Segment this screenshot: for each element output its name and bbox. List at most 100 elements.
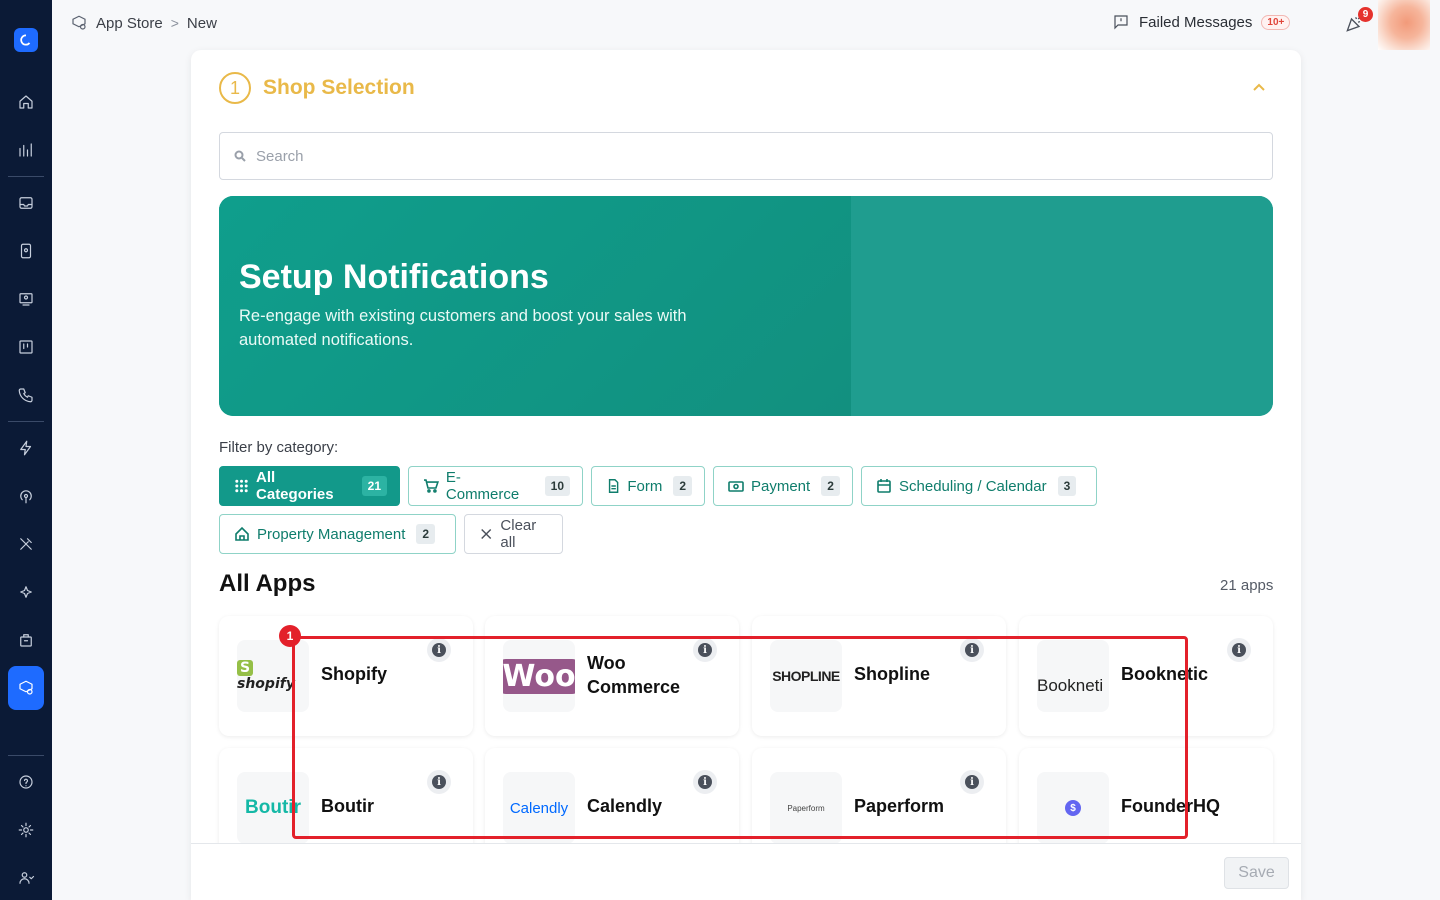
footer: Save (191, 843, 1301, 900)
info-icon[interactable]: i (960, 770, 984, 794)
chip-payment[interactable]: Payment 2 (713, 466, 853, 506)
money-icon (728, 481, 744, 492)
chip-count: 10 (544, 476, 570, 496)
chip-count: 2 (673, 476, 692, 496)
breadcrumb-separator: > (170, 15, 179, 31)
info-icon[interactable]: i (427, 770, 451, 794)
phone-icon[interactable] (8, 377, 44, 413)
notifications-count: 9 (1358, 7, 1373, 22)
chip-label: Scheduling / Calendar (899, 477, 1047, 495)
app-store-icon[interactable] (8, 666, 44, 710)
app-name: Calendly (587, 796, 663, 816)
automation-icon[interactable] (8, 430, 44, 466)
grid-icon (235, 479, 248, 493)
woocommerce-logo-text: Woo (503, 658, 575, 694)
info-icon[interactable]: i (960, 638, 984, 662)
collapse-button[interactable] (1251, 80, 1267, 96)
team-icon[interactable] (8, 860, 44, 896)
chip-scheduling[interactable]: Scheduling / Calendar 3 (861, 466, 1097, 506)
step-title: Shop Selection (263, 76, 415, 99)
chip-property-management[interactable]: Property Management 2 (219, 514, 456, 554)
paperform-logo-text: Paperform (787, 803, 825, 813)
chip-e-commerce[interactable]: E-Commerce 10 (408, 466, 583, 506)
failed-messages-label: Failed Messages (1139, 13, 1253, 31)
breadcrumb-root[interactable]: App Store (96, 15, 163, 32)
boutir-logo-text: Boutir (245, 797, 301, 818)
app-card-shopline[interactable]: SHOPLINE Shopline i (752, 616, 1006, 736)
search-box (219, 132, 1273, 180)
apps-title: All Apps (219, 570, 316, 597)
topbar: App Store > New Failed Messages 10+ 9 (52, 0, 1440, 50)
chip-count: 2 (821, 476, 840, 496)
clear-all-label: Clear all (500, 517, 537, 551)
tools-icon[interactable] (8, 526, 44, 562)
chip-label: Property Management (257, 525, 406, 543)
info-icon[interactable]: i (693, 770, 717, 794)
chip-label: Form (627, 477, 663, 495)
shopline-logo-text: SHOPLINE (772, 668, 840, 684)
sidebar-divider (8, 755, 44, 756)
app-name: Booknetic (1121, 664, 1209, 684)
app-card-woocommerce[interactable]: Woo Woo Commerce i (485, 616, 739, 736)
calendly-logo-text: Calendly (509, 799, 569, 817)
chip-count: 2 (416, 524, 436, 544)
app-name: Shopify (321, 664, 387, 684)
failed-messages-button[interactable]: Failed Messages 10+ (1112, 13, 1291, 31)
banner-image (851, 196, 1273, 416)
app-name: Paperform (854, 796, 945, 816)
cart-icon (423, 479, 439, 493)
settings-icon[interactable] (8, 812, 44, 848)
breadcrumb: App Store > New (70, 14, 217, 32)
brand-logo-icon[interactable] (14, 28, 38, 52)
founderhq-logo: $ (1037, 772, 1109, 844)
search-input[interactable] (256, 147, 1156, 165)
chip-count: 21 (361, 476, 387, 496)
help-icon[interactable] (8, 764, 44, 800)
broadcast-icon[interactable] (8, 478, 44, 514)
annotation-number: 1 (279, 625, 301, 647)
app-card-booknetic[interactable]: Bookneti Booknetic i (1019, 616, 1273, 736)
calendly-logo: Calendly (503, 772, 575, 844)
breadcrumb-current: New (186, 14, 217, 32)
app-name: Shopline (854, 664, 930, 684)
app-store-icon (72, 15, 86, 30)
kanban-icon[interactable] (8, 329, 44, 365)
founderhq-logo-text: $ (1065, 800, 1081, 816)
shopify-logo: S shopify (237, 640, 309, 712)
inbox-icon[interactable] (8, 185, 44, 221)
banner-description: Re-engage with existing customers and bo… (239, 307, 687, 349)
store-icon[interactable] (8, 622, 44, 658)
clear-all-button[interactable]: Clear all (464, 514, 563, 554)
save-button[interactable]: Save (1224, 857, 1289, 889)
chip-all-categories[interactable]: All Categories 21 (219, 466, 400, 506)
contacts-icon[interactable] (8, 233, 44, 269)
step-header: 1 Shop Selection (219, 72, 415, 104)
house-icon (235, 526, 249, 541)
boutir-logo: Boutir (237, 772, 309, 844)
failed-messages-count: 10+ (1261, 14, 1291, 30)
filter-label: Filter by category: (219, 439, 339, 456)
info-icon[interactable]: i (1227, 638, 1251, 662)
paperform-logo: Paperform (770, 772, 842, 844)
app-card-shopify[interactable]: S shopify Shopify i (219, 616, 473, 736)
app-name: Woo Commerce (587, 653, 681, 697)
app-name: Boutir (321, 796, 374, 816)
dashboard-icon[interactable] (8, 281, 44, 317)
sidebar-divider (8, 176, 44, 177)
chip-form[interactable]: Form 2 (591, 466, 705, 506)
calendar-icon (877, 479, 891, 493)
analytics-icon[interactable] (8, 132, 44, 168)
apps-count: 21 apps (1220, 577, 1274, 594)
info-icon[interactable]: i (427, 638, 451, 662)
app-name: FounderHQ (1121, 796, 1220, 816)
setup-notifications-banner: Setup Notifications Re-engage with exist… (219, 196, 1273, 416)
avatar[interactable] (1378, 0, 1430, 50)
ai-icon[interactable] (8, 574, 44, 610)
booknetic-logo-text: Bookneti (1037, 676, 1104, 695)
banner-title: Setup Notifications (239, 258, 549, 296)
sidebar-divider (8, 421, 44, 422)
shopline-logo: SHOPLINE (770, 640, 842, 712)
home-icon[interactable] (8, 84, 44, 120)
info-icon[interactable]: i (693, 638, 717, 662)
chevron-up-icon (1253, 83, 1265, 91)
